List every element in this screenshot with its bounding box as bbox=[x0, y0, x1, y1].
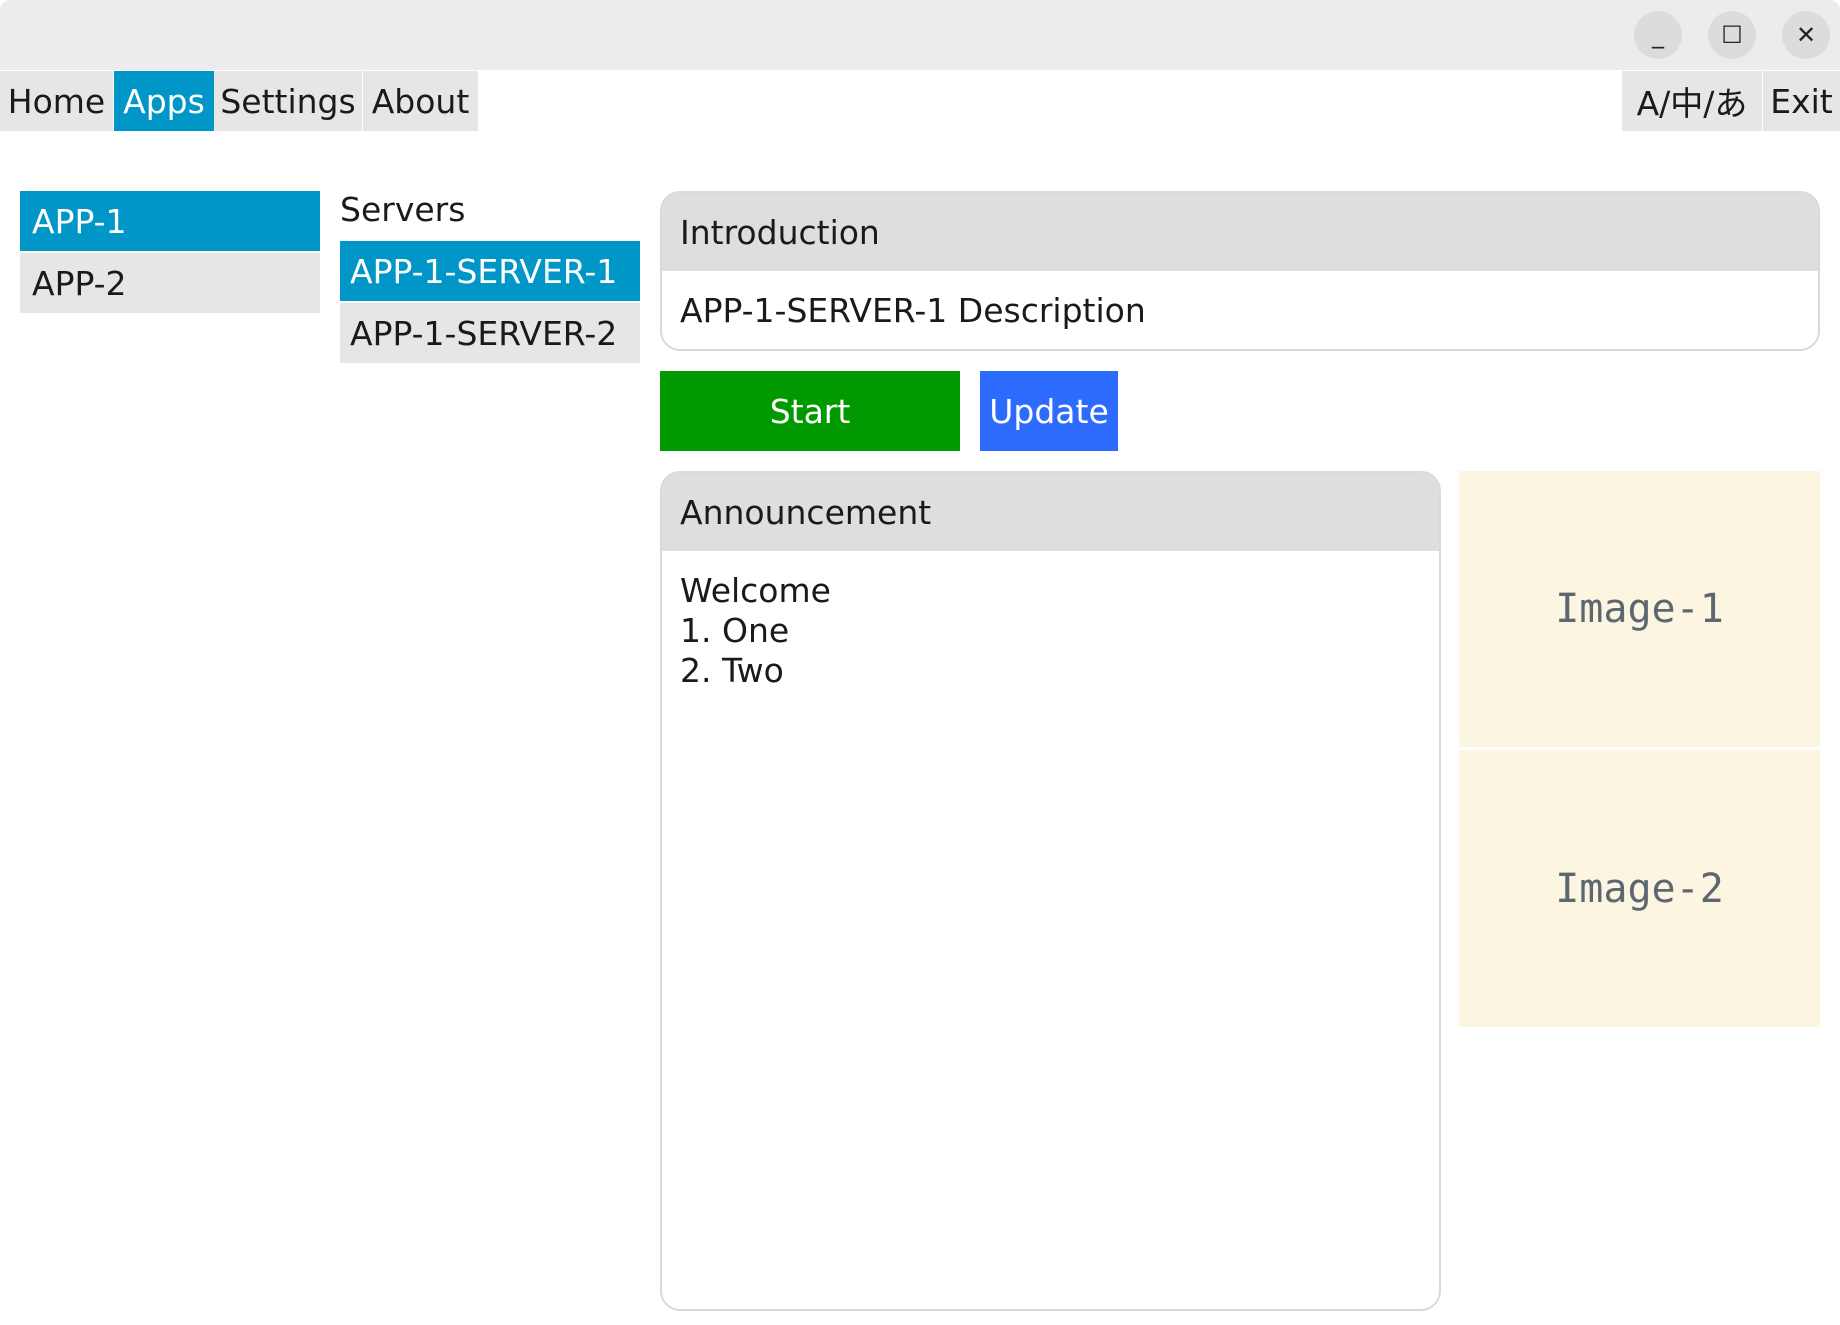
language-button[interactable]: A/中/あ bbox=[1622, 71, 1762, 131]
announcement-line: 2. Two bbox=[680, 651, 784, 690]
introduction-description: APP-1-SERVER-1 Description bbox=[680, 291, 1146, 330]
image-2: Image-2 bbox=[1459, 750, 1820, 1027]
server-item-app-1-server-1[interactable]: APP-1-SERVER-1 bbox=[340, 241, 640, 301]
image-1: Image-1 bbox=[1459, 471, 1820, 747]
title-bar: _ ☐ ✕ bbox=[0, 0, 1840, 70]
start-button[interactable]: Start bbox=[660, 371, 960, 451]
close-button[interactable]: ✕ bbox=[1782, 11, 1830, 59]
announcement-line: Welcome bbox=[680, 571, 831, 610]
menu-apps[interactable]: Apps bbox=[114, 71, 214, 131]
menu-home[interactable]: Home bbox=[0, 71, 113, 131]
minimize-icon: _ bbox=[1652, 21, 1664, 49]
image-1-label: Image-1 bbox=[1555, 586, 1724, 632]
menu-settings[interactable]: Settings bbox=[214, 71, 362, 131]
app-item-app-1[interactable]: APP-1 bbox=[20, 191, 320, 251]
menu-about[interactable]: About bbox=[363, 71, 478, 131]
servers-label: Servers bbox=[340, 190, 466, 229]
announcement-line: 1. One bbox=[680, 611, 790, 650]
close-icon: ✕ bbox=[1795, 21, 1817, 49]
server-item-app-1-server-2[interactable]: APP-1-SERVER-2 bbox=[340, 303, 640, 363]
maximize-icon: ☐ bbox=[1721, 21, 1743, 49]
announcement-title: Announcement bbox=[662, 473, 1439, 551]
announcement-body: Welcome 1. One 2. Two bbox=[662, 551, 1439, 709]
announcement-panel: Announcement Welcome 1. One 2. Two bbox=[660, 471, 1441, 1311]
image-2-label: Image-2 bbox=[1555, 865, 1724, 912]
app-item-app-2[interactable]: APP-2 bbox=[20, 253, 320, 313]
minimize-button[interactable]: _ bbox=[1634, 11, 1682, 59]
introduction-panel: Introduction APP-1-SERVER-1 Description bbox=[660, 191, 1820, 351]
exit-button[interactable]: Exit bbox=[1763, 71, 1840, 131]
update-button[interactable]: Update bbox=[980, 371, 1118, 451]
maximize-button[interactable]: ☐ bbox=[1708, 11, 1756, 59]
introduction-title: Introduction bbox=[662, 193, 1818, 271]
